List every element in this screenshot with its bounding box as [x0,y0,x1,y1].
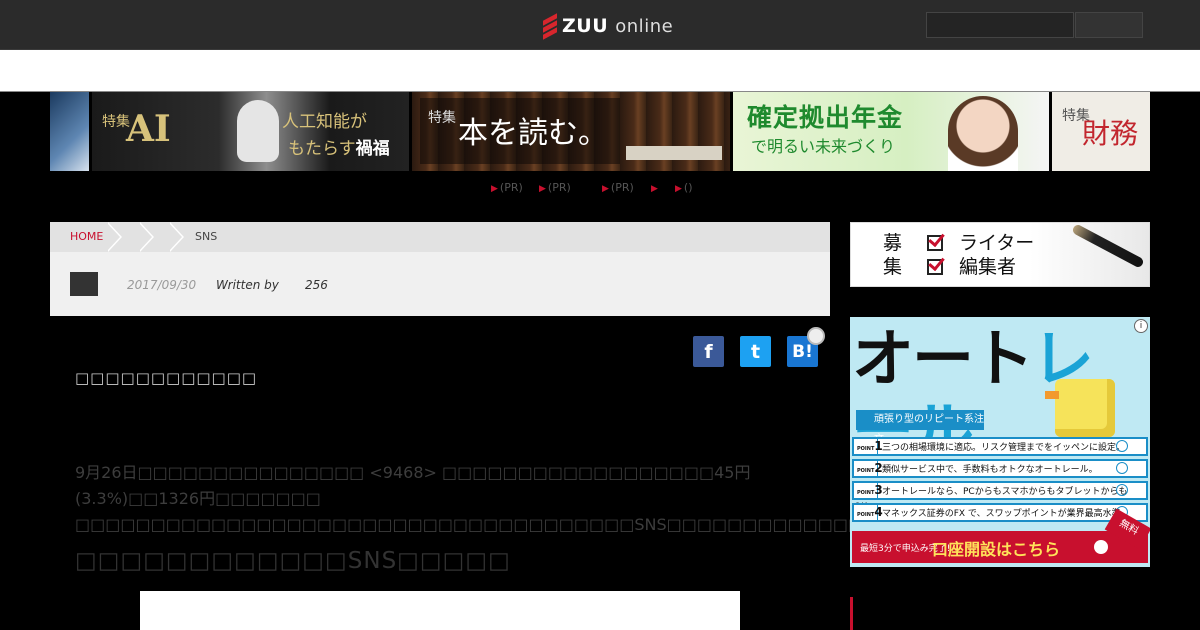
robot-head-icon [237,100,279,162]
pr-link-4[interactable]: ▶ [651,181,660,196]
banner-ai-line1: 人工知能が [282,112,367,132]
play-icon: ▶ [675,184,682,194]
play-icon: ▶ [491,184,498,194]
recruit-writer: ライター [959,232,1035,254]
ad-point-1[interactable]: POINT1三つの相場環境に適応。リスク管理までをイッペンに設定。 [852,437,1148,456]
recruit-editor: 編集者 [959,256,1017,278]
banner-pension-line2: で明るい未来づくり [751,137,896,156]
search-button[interactable] [1075,12,1143,38]
duck-mascot-icon [1045,379,1115,437]
banner-books-big: 本を読む。 [458,116,608,151]
ad-point-4[interactable]: POINT4マネックス証券のFX で、スワップポイントが業界最高水準。 [852,503,1148,522]
category-badge[interactable] [70,272,98,296]
woman-photo [948,96,1018,171]
article-body: 9月26日□□□□□□□□□□□□□□□ <9468> □□□□□□□□□□□□… [75,460,939,538]
banner-ai-line2: もたらす禍福 [288,139,390,159]
breadcrumb: HOME SNS [50,222,830,252]
breadcrumb-separator-icon [106,222,122,252]
recruit-char-1: 募 [883,232,903,254]
hatena-count-bubble [807,327,825,345]
play-icon: ▶ [539,184,546,194]
cta-label: 口座開設はこちら [932,540,1061,559]
twitter-share-button[interactable]: t [740,336,771,367]
breadcrumb-current: SNS [195,230,218,243]
article-lead: □□□□□□□□□□□□ [75,369,258,387]
article-body-line1: 9月26日□□□□□□□□□□□□□□□ <9468> □□□□□□□□□□□□… [75,463,751,508]
chevron-down-icon [1116,484,1128,496]
article-figure [140,591,740,630]
article-heading: □□□□□□□□□□□□SNS□□□□□ [75,548,511,574]
banner-ai[interactable]: 特集 AI 人工知能が もたらす禍福 [92,92,409,171]
nav-bar [0,50,1200,92]
fountain-pen-icon [1071,223,1145,269]
autorail-ad[interactable]: i オートレール 頑張り型のリピート系注文 POINT1三つの相場環境に適応。リ… [850,317,1150,567]
pr-label: (PR) [499,181,523,194]
feature-banners: 特集 AI 人工知能が もたらす禍福 特集 本を読む。 確定拠出年金 で明るい未… [50,92,1150,171]
banner-books[interactable]: 特集 本を読む。 [412,92,730,171]
article-date: 2017/09/30 [127,278,197,292]
logo-sub: online [615,16,674,37]
checkbox-icon [927,259,943,275]
article-meta: 2017/09/30 Written by 256 [50,252,830,316]
facebook-share-button[interactable]: f [693,336,724,367]
pr-link-2[interactable]: ▶ (PR) [539,181,571,196]
written-by-label: Written by [216,278,279,292]
banner-partial-left[interactable] [50,92,89,171]
twitter-icon: t [750,340,761,363]
ad-point-2[interactable]: POINT2類似サービス中で、手数料もオトクなオートレール。 [852,459,1148,478]
breadcrumb-home[interactable]: HOME [70,230,103,243]
checkbox-icon [927,235,943,251]
chevron-down-icon [1116,440,1128,452]
banner-finance-big: 財務 [1082,117,1139,150]
facebook-icon: f [704,340,713,363]
breadcrumb-separator-icon [138,222,154,252]
banner-ai-big: AI [126,108,171,150]
pr-label: (PR) [610,181,634,194]
pr-link-1[interactable]: ▶ (PR) [491,181,523,196]
banner-pension[interactable]: 確定拠出年金 で明るい未来づくり [733,92,1049,171]
pr-label: () [683,181,693,194]
hatena-icon: B! [792,341,813,362]
pr-link-3[interactable]: ▶ (PR) [602,181,634,196]
article-body-line2: □□□□□□□□□□□□□□□□□□□□□□□□□□□□□□□□□□□□□SNS… [75,515,939,534]
author-name[interactable]: 256 [305,278,328,292]
banner-pension-line1: 確定拠出年金 [747,103,904,132]
breadcrumb-separator-icon [168,222,184,252]
site-logo[interactable]: ZUU online [542,13,673,40]
sidebar-section-accent [850,597,853,630]
play-icon: ▶ [602,184,609,194]
pr-label: (PR) [547,181,571,194]
logo-text: ZUU online [562,15,673,37]
banner-books-tokushu: 特集 [428,110,456,126]
chevron-down-icon [1116,462,1128,474]
recruit-char-2: 集 [883,256,903,278]
pr-link-5[interactable]: ▶() [675,181,693,196]
top-bar: ZUU online [0,0,1200,50]
play-icon: ▶ [651,184,658,194]
ad-point-3[interactable]: POINT3オートレールなら、PCからもスマホからもタブレットからもOK。 [852,481,1148,512]
pr-links: ▶ (PR) ▶ (PR) ▶ (PR) ▶ ▶() [0,181,1200,195]
logo-main: ZUU [562,15,609,37]
logo-mark-icon [542,13,558,40]
search-input[interactable] [926,12,1074,38]
banner-finance[interactable]: 特集 財務 [1052,92,1150,171]
recruit-banner[interactable]: 募 集 ライター 編集者 [850,222,1150,287]
open-account-button[interactable]: 最短3分で申込み完了! 口座開設はこちら 無料 [852,508,1150,563]
arrow-right-icon [1094,540,1108,554]
ad-tag: 頑張り型のリピート系注文 [856,410,984,445]
book-icon [626,146,722,160]
